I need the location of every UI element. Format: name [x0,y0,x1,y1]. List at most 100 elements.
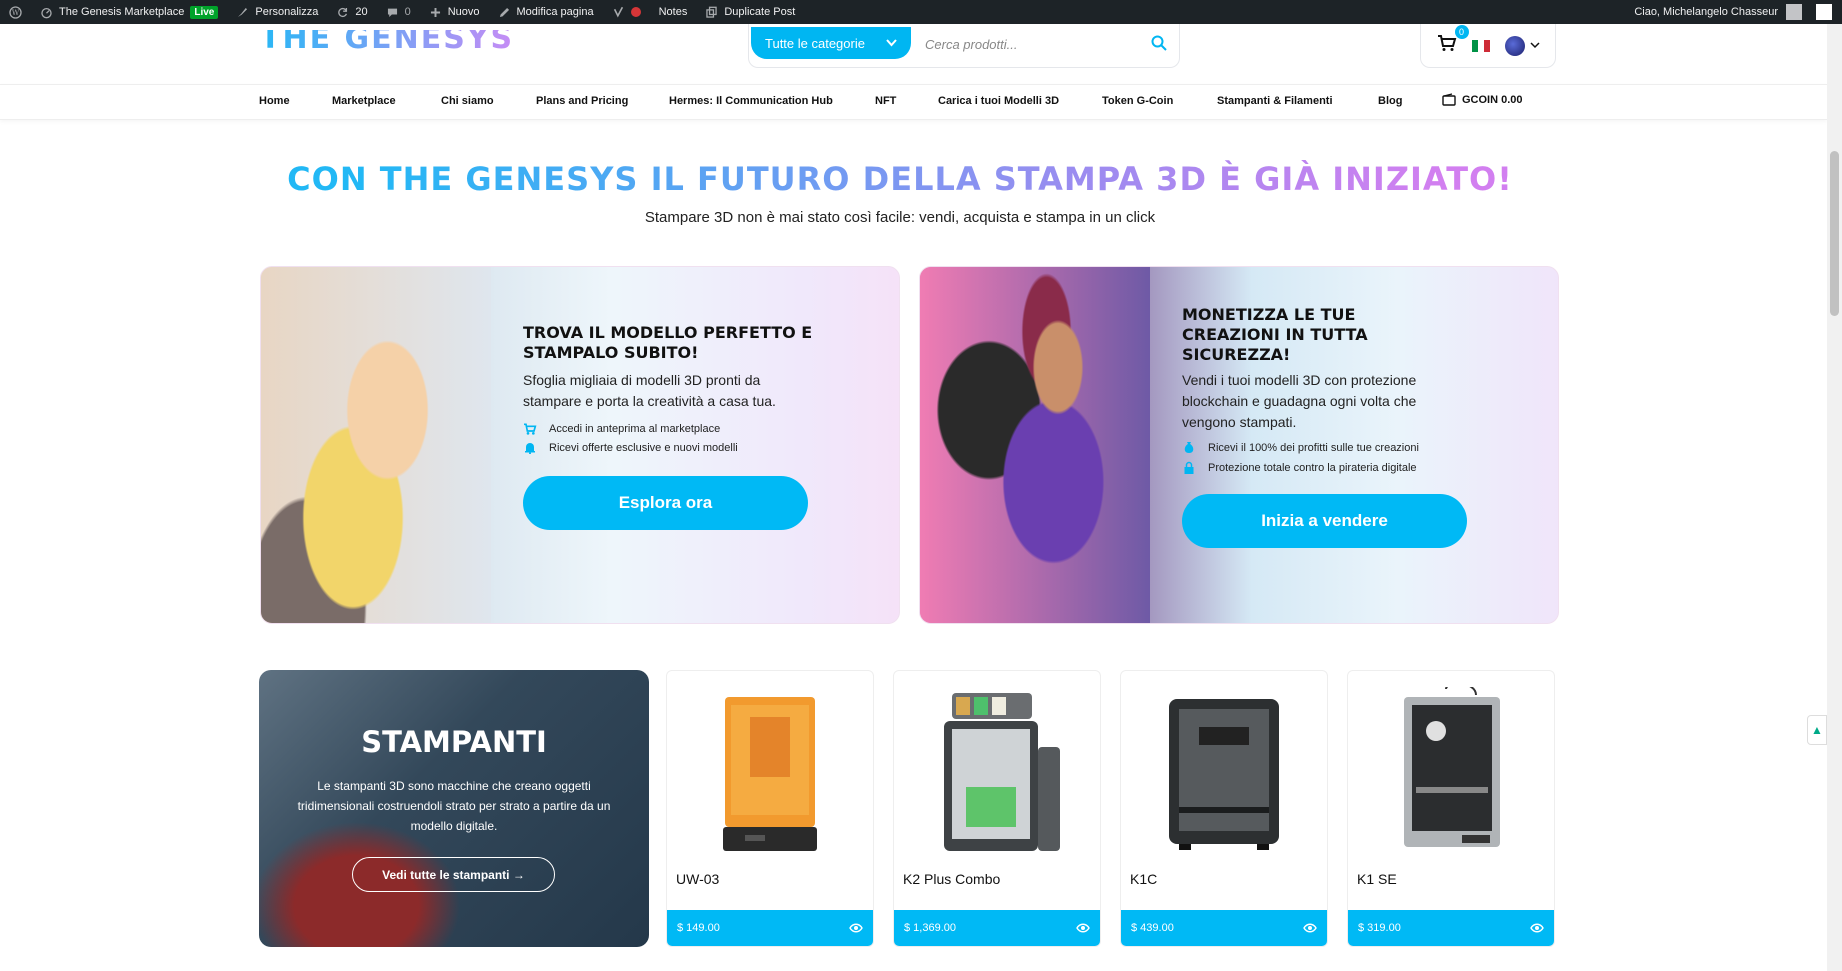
dashboard-icon [41,7,52,18]
comment-icon [387,8,397,17]
product-card[interactable]: K2 Plus Combo $ 1,369.00 [893,670,1101,947]
cart-count-badge: 0 [1454,25,1469,39]
scrollbar-thumb[interactable] [1830,151,1839,316]
duplicate-label: Duplicate Post [724,6,796,18]
product-name: K1C [1130,871,1158,887]
search-bar: Tutte le categorie Cerca prodotti... [748,24,1180,68]
cart-icon [524,423,537,435]
search-input[interactable]: Cerca prodotti... [925,37,1018,52]
product-price: $ 149.00 [677,922,720,934]
eye-icon[interactable] [1530,923,1544,933]
main-nav: Home Marketplace Chi siamo Plans and Pri… [0,84,1827,120]
window-box [1816,4,1832,20]
product-card[interactable]: K1C $ 439.00 [1120,670,1328,947]
section-description: Le stampanti 3D sono macchine che creano… [297,779,611,833]
user-avatar [1504,35,1525,56]
printers-banner: STAMPANTI Le stampanti 3D sono macchine … [259,670,649,947]
new-label: Nuovo [447,6,480,18]
site-logo[interactable]: THE GENESYS [260,30,514,60]
chevron-down-icon [1529,42,1540,49]
card-bullet: Ricevi il 100% dei profitti sulle tue cr… [1182,441,1419,454]
product-price-bar: $ 149.00 [667,910,873,946]
hero-title: CON THE GENESYS IL FUTURO DELLA STAMPA 3… [0,160,1800,198]
italian-flag-icon[interactable] [1471,39,1490,52]
nav-item-token[interactable]: Token G-Coin [1102,95,1173,107]
chevron-down-icon [886,39,897,47]
card-title: TROVA IL MODELLO PERFETTO E STAMPALO SUB… [523,323,813,362]
money-bag-icon [1184,442,1194,453]
seo-status-dot [630,7,641,17]
new-content-link[interactable]: Nuovo [420,0,489,24]
avatar [1786,4,1802,20]
account-menu[interactable]: Ciao, Michelangelo Chasseur [1634,4,1842,20]
category-select[interactable]: Tutte le categorie [751,27,911,59]
seller-card: MONETIZZA LE TUE CREAZIONI IN TUTTA SICU… [919,266,1559,624]
buyer-card: TROVA IL MODELLO PERFETTO E STAMPALO SUB… [260,266,900,624]
nav-item-blog[interactable]: Blog [1378,95,1402,107]
start-selling-button[interactable]: Inizia a vendere [1182,494,1467,548]
product-name: K1 SE [1357,871,1397,887]
product-name: UW-03 [676,871,720,887]
notes-link[interactable]: Notes [650,0,697,24]
header-actions: 0 [1420,24,1556,68]
uw03-product-image [723,697,817,851]
bullet-text: Ricevi il 100% dei profitti sulle tue cr… [1208,441,1419,454]
card-bullet: Accedi in anteprima al marketplace [523,423,720,435]
hero-subtitle: Stampare 3D non è mai stato così facile:… [644,209,1156,226]
seo-link[interactable] [603,0,650,24]
greeting: Ciao, Michelangelo Chasseur [1634,6,1778,18]
updates-count: 20 [355,6,368,18]
site-name: The Genesis Marketplace [59,6,185,18]
nav-item-home[interactable]: Home [259,95,290,107]
customize-label: Personalizza [255,6,319,18]
explore-button[interactable]: Esplora ora [523,476,808,530]
nav-item-printers[interactable]: Stampanti & Filamenti [1217,95,1333,107]
page-scrollbar[interactable] [1827,24,1842,971]
wallet-balance: GCOIN 0.00 [1462,93,1523,106]
view-all-printers-button[interactable]: Vedi tutte le stampanti → [352,857,555,892]
nav-item-hermes[interactable]: Hermes: Il Communication Hub [669,95,833,107]
product-price-bar: $ 1,369.00 [894,910,1100,946]
man-chair-image [920,267,1150,623]
duplicate-post-link[interactable]: Duplicate Post [696,0,804,24]
updates-link[interactable]: 20 [327,0,376,24]
site-name-link[interactable]: The Genesis Marketplace Live [31,0,227,24]
product-price: $ 319.00 [1358,922,1401,934]
eye-icon[interactable] [1303,923,1317,933]
pencil-icon [499,7,509,17]
search-icon[interactable] [1151,35,1167,51]
cart-button[interactable]: 0 [1437,25,1469,57]
nav-item-nft[interactable]: NFT [875,95,896,107]
bell-icon [525,443,535,454]
comments-count: 0 [404,6,411,18]
eye-icon[interactable] [1076,923,1090,933]
nav-item-marketplace[interactable]: Marketplace [332,95,396,107]
cart-icon [1437,35,1456,51]
nav-item-plans[interactable]: Plans and Pricing [536,95,628,107]
comments-link[interactable]: 0 [377,0,420,24]
admin-bar: W The Genesis Marketplace Live Personali… [0,0,1842,24]
product-price-bar: $ 439.00 [1121,910,1327,946]
wallet-link[interactable]: GCOIN 0.00 [1442,93,1523,106]
nav-item-chi-siamo[interactable]: Chi siamo [441,95,494,107]
card-description: Sfoglia migliaia di modelli 3D pronti da… [523,372,776,409]
notes-label: Notes [658,6,688,18]
wordpress-logo-icon[interactable]: W [0,0,31,24]
k1c-product-image [1169,699,1279,850]
brush-icon [238,7,248,17]
edit-page-link[interactable]: Modifica pagina [489,0,603,24]
lock-icon [1184,461,1194,474]
accessibility-tab[interactable]: ▲ [1807,715,1827,745]
product-card[interactable]: K1 SE $ 319.00 [1347,670,1555,947]
eye-icon[interactable] [849,923,863,933]
svg-text:W: W [12,8,20,17]
customize-link[interactable]: Personalizza [227,0,327,24]
nav-item-upload-models[interactable]: Carica i tuoi Modelli 3D [938,95,1059,107]
bullet-text: Ricevi offerte esclusive e nuovi modelli [549,441,738,454]
account-dropdown[interactable] [1504,35,1540,56]
live-badge: Live [190,5,219,19]
product-price: $ 1,369.00 [904,922,956,934]
yoast-icon [613,6,623,18]
product-price: $ 439.00 [1131,922,1174,934]
product-card[interactable]: UW-03 $ 149.00 [666,670,874,947]
